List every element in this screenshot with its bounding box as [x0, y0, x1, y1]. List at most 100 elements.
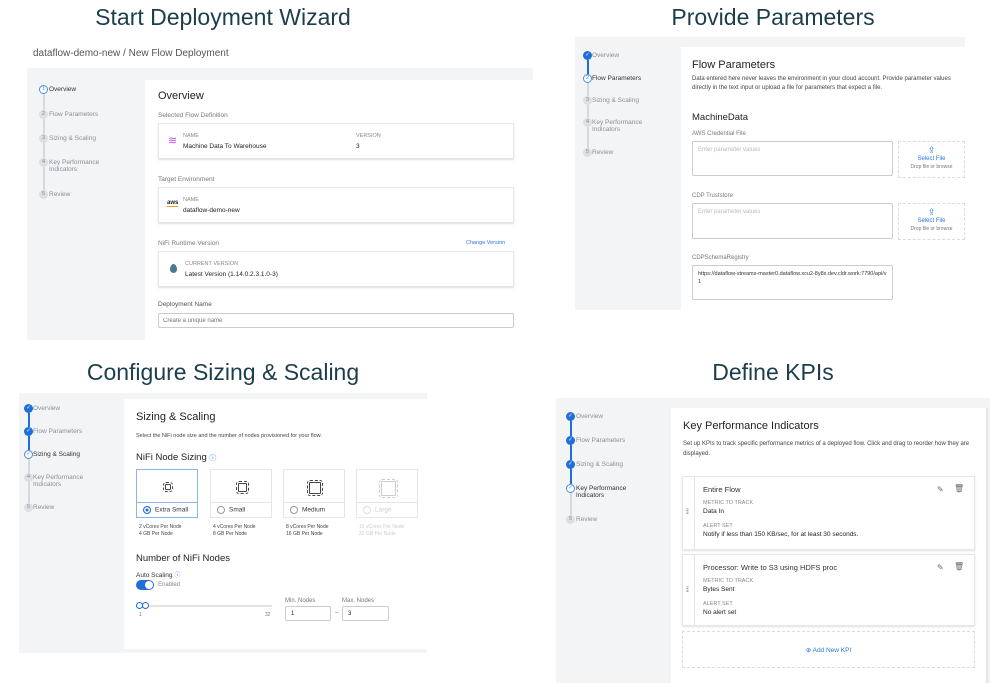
metric-caption: METRIC TO TRACK [703, 500, 754, 506]
stepper-item-label: Flow Parameters [576, 437, 626, 444]
stepper-item-label: Flow Parameters [49, 111, 99, 118]
kpi-scope: Entire Flow [703, 485, 741, 494]
deployment-name-input[interactable] [158, 313, 514, 328]
node-size-card[interactable]: Large [356, 469, 418, 518]
select-file-button[interactable]: Select File [899, 156, 964, 162]
node-size-option[interactable]: Medium [284, 502, 344, 517]
cdp-truststore-input[interactable]: Enter parameter values [692, 203, 893, 239]
node-size-option[interactable]: Small [211, 502, 271, 517]
stepper-item-label: Key Performance Indicators [576, 485, 627, 499]
chip-icon [307, 480, 323, 496]
node-size-spec: 4 vCores Per Node 8 GB Per Node [213, 524, 256, 538]
node-size-label: Large [375, 506, 392, 514]
stepper-connector [570, 421, 572, 436]
kpi-card[interactable]: ⁞⁞ Processor: Write to S3 using HDFS proc… [682, 554, 975, 626]
kpi-alert: No alert set [703, 609, 737, 616]
environment-card: aws NAME dataflow-demo-new [158, 187, 514, 223]
edit-pencil-icon[interactable]: ✎ [937, 563, 944, 572]
page-title: Sizing & Scaling [136, 411, 216, 423]
stepper-item-label: Flow Parameters [592, 75, 642, 82]
current-version: Latest Version (1.14.0.2.3.1.0-3) [185, 271, 278, 278]
cores-text: 4 vCores Per Node [213, 524, 256, 530]
check-circle-icon: ✓ [24, 427, 33, 436]
kpi-description: Set up KPIs to track specific performanc… [683, 441, 970, 457]
stepper-connector [43, 143, 45, 158]
runtime-label: NiFi Runtime Version [158, 240, 220, 247]
slider-max-label: 32 [265, 612, 271, 618]
sizing-content: Sizing & Scaling Select the NiFi node si… [124, 399, 427, 649]
max-nodes-label: Max. Nodes [342, 598, 375, 604]
stepper-connector [587, 60, 589, 74]
page-title: Key Performance Indicators [683, 420, 819, 432]
min-nodes-input[interactable]: 1 [285, 606, 331, 621]
kpi-card[interactable]: ⁞⁞ Entire Flow METRIC TO TRACK Data In ALERT… [682, 476, 975, 550]
radio-button[interactable] [363, 506, 371, 514]
flow-parameters-content: Flow Parameters Data entered here never … [681, 47, 965, 310]
trash-icon[interactable]: 🗑 [954, 562, 964, 571]
schema-registry-input[interactable]: https://dataflow-streams-master0.dataflo… [692, 265, 893, 300]
radio-button[interactable] [290, 506, 298, 514]
section-title-params: Provide Parameters [671, 4, 875, 30]
stepper-item-label: Overview [49, 86, 77, 93]
drag-handle[interactable]: ⁞⁞ [683, 555, 695, 625]
overview-content: Overview Selected Flow Definition ≋ NAME… [145, 80, 533, 340]
aws-credential-input[interactable]: Enter parameter values [692, 141, 893, 176]
check-circle-icon: ✓ [566, 436, 575, 445]
cores-text: 2 vCores Per Node [139, 524, 182, 530]
alert-caption: ALERT SET [703, 523, 733, 529]
drag-grip-icon: ⁞⁞ [686, 509, 689, 517]
stepper-item-label: Review [576, 516, 598, 523]
node-range-slider[interactable] [136, 605, 272, 607]
wizard-overview: 1 Overview 2 Flow Parameters 3 Sizing & Scali… [27, 68, 533, 340]
radio-button[interactable] [217, 506, 225, 514]
page-title: Flow Parameters [692, 59, 776, 71]
env-name-caption: NAME [183, 197, 199, 203]
flow-version: 3 [356, 143, 360, 150]
add-kpi-button[interactable]: ⊕ Add New KPI [682, 631, 975, 668]
stepper-item-label: Flow Parameters [33, 428, 83, 435]
select-file-dropzone[interactable]: ⇪ Select File Drop file or browse [898, 141, 965, 178]
node-size-option[interactable]: Extra Small [137, 502, 197, 517]
stepper-connector [43, 119, 45, 134]
auto-scaling-toggle[interactable] [136, 580, 154, 590]
node-size-label: Medium [302, 506, 326, 514]
step-number-icon: 3 [39, 134, 48, 143]
upload-icon: ⇪ [927, 207, 936, 217]
drag-handle[interactable]: ⁞⁞ [683, 477, 695, 549]
selected-flow-label: Selected Flow Definition [158, 112, 228, 119]
help-icon[interactable]: ⓘ [209, 455, 216, 462]
help-icon[interactable]: ⓘ [174, 573, 180, 579]
node-size-card[interactable]: Medium [283, 469, 345, 518]
version-caption: VERSION [356, 133, 381, 139]
stepper-connector [43, 167, 45, 190]
stepper-item-label: Overview [576, 413, 604, 420]
min-nodes-label: Min. Nodes [285, 598, 316, 604]
radio-button[interactable] [143, 506, 151, 514]
sizing-description: Select the NiFi node size and the number… [136, 433, 322, 439]
trash-icon[interactable]: 🗑 [954, 484, 964, 493]
node-size-spec: 2 vCores Per Node 4 GB Per Node [139, 524, 182, 538]
node-size-card[interactable]: Extra Small [136, 469, 198, 518]
stepper-item-label: Overview [33, 405, 61, 412]
node-size-option[interactable]: Large [357, 502, 417, 517]
runtime-card: CURRENT VERSION Latest Version (1.14.0.2… [158, 251, 514, 287]
change-version-link[interactable]: Change Version [466, 240, 505, 246]
step-number-icon: 1 [39, 85, 48, 94]
auto-scaling-label: Auto Scaling [136, 572, 173, 579]
check-circle-icon: ✓ [566, 460, 575, 469]
stepper-item-label: Review [592, 149, 614, 156]
range-separator: – [335, 609, 339, 616]
metric-caption: METRIC TO TRACK [703, 578, 754, 584]
kpi-content: Key Performance Indicators Set up KPIs t… [671, 408, 988, 683]
edit-pencil-icon[interactable]: ✎ [937, 485, 944, 494]
slider-handle-max[interactable] [142, 602, 149, 609]
breadcrumb: dataflow-demo-new / New Flow Deployment [33, 48, 229, 59]
aws-icon: aws [167, 200, 179, 207]
flow-definition-card: ≋ NAME Machine Data To Warehouse VERSION… [158, 123, 514, 159]
params-description: Data entered here never leaves the envir… [692, 76, 951, 91]
max-nodes-input[interactable]: 3 [342, 606, 389, 621]
node-size-card[interactable]: Small [210, 469, 272, 518]
select-file-dropzone[interactable]: ⇪ Select File Drop file or browse [898, 203, 965, 240]
select-file-button[interactable]: Select File [899, 218, 964, 224]
param-label: CDPSchemaRegistry [692, 255, 749, 261]
